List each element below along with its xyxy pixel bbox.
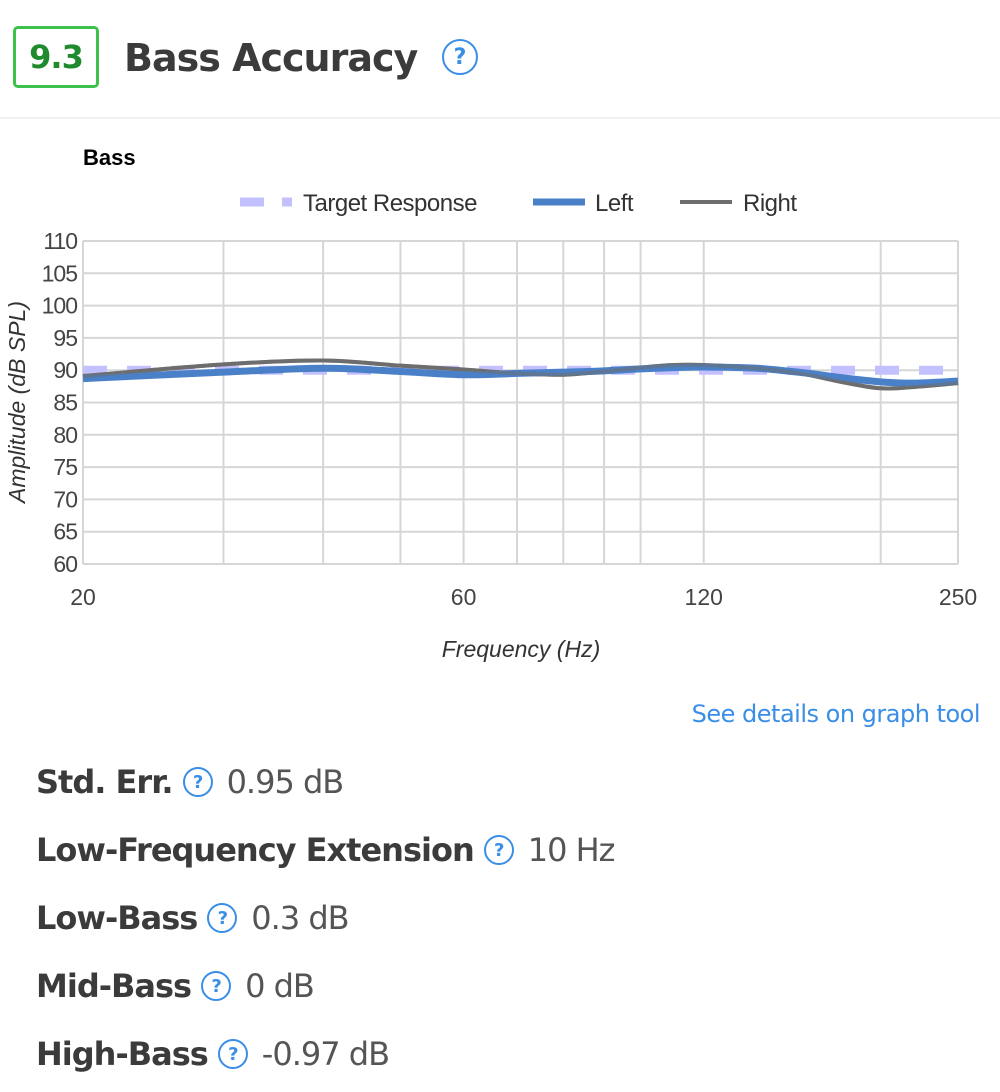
y-tick-label: 95 bbox=[53, 325, 77, 351]
metric-value: -0.97 dB bbox=[261, 1035, 390, 1073]
metric-mid-bass: Mid-Bass ? 0 dB bbox=[36, 952, 614, 1020]
metric-label: Std. Err. bbox=[36, 763, 174, 801]
x-axis-ticks: 20 60 120 250 bbox=[70, 584, 977, 610]
metrics-list: Std. Err. ? 0.95 dB Low-Frequency Extens… bbox=[36, 748, 616, 1088]
y-axis-label: Amplitude (dB SPL) bbox=[4, 301, 30, 505]
y-tick-label: 65 bbox=[53, 519, 77, 545]
help-icon[interactable]: ? bbox=[182, 767, 213, 797]
bass-chart: Bass Target Response Left Right 110 105 100 9… bbox=[4, 145, 977, 662]
metric-value: 0 dB bbox=[245, 967, 315, 1005]
y-tick-label: 90 bbox=[53, 357, 77, 383]
y-tick-label: 60 bbox=[53, 551, 77, 577]
x-axis-label: Frequency (Hz) bbox=[442, 636, 600, 662]
y-tick-label: 75 bbox=[53, 454, 77, 480]
y-tick-label: 110 bbox=[43, 228, 77, 254]
chart-legend: Target Response Left Right bbox=[240, 190, 798, 217]
legend-label: Right bbox=[743, 190, 797, 217]
chart-grid bbox=[82, 240, 959, 565]
metric-value: 10 Hz bbox=[527, 831, 616, 869]
metric-label: Mid-Bass bbox=[36, 967, 192, 1005]
help-icon[interactable]: ? bbox=[207, 903, 238, 933]
x-tick-label: 250 bbox=[939, 584, 977, 610]
metric-value: 0.95 dB bbox=[226, 763, 345, 801]
help-icon[interactable]: ? bbox=[201, 971, 232, 1001]
chart-title: Bass bbox=[83, 145, 136, 170]
y-tick-label: 85 bbox=[53, 390, 77, 416]
metric-label: High-Bass bbox=[36, 1035, 209, 1073]
metric-label: Low-Bass bbox=[36, 899, 198, 937]
y-tick-label: 80 bbox=[53, 422, 77, 448]
x-tick-label: 20 bbox=[70, 584, 96, 610]
help-icon[interactable]: ? bbox=[483, 835, 514, 865]
y-tick-label: 105 bbox=[42, 260, 78, 286]
help-icon[interactable]: ? bbox=[217, 1039, 248, 1069]
legend-label: Target Response bbox=[303, 190, 477, 217]
metric-label: Low-Frequency Extension bbox=[36, 831, 475, 869]
y-axis-ticks: 110 105 100 95 90 85 80 75 70 65 60 bbox=[42, 228, 79, 577]
x-tick-label: 120 bbox=[685, 584, 723, 610]
y-tick-label: 70 bbox=[53, 486, 77, 512]
x-tick-label: 60 bbox=[451, 584, 477, 610]
metric-low-frequency-extension: Low-Frequency Extension ? 10 Hz bbox=[36, 816, 616, 884]
metric-std-err: Std. Err. ? 0.95 dB bbox=[36, 748, 614, 816]
metric-value: 0.3 dB bbox=[251, 899, 349, 937]
metric-high-bass: High-Bass ? -0.97 dB bbox=[36, 1020, 614, 1088]
y-tick-label: 100 bbox=[42, 293, 78, 319]
legend-label: Left bbox=[595, 190, 634, 217]
metric-low-bass: Low-Bass ? 0.3 dB bbox=[36, 884, 614, 952]
graph-tool-link[interactable]: See details on graph tool bbox=[692, 700, 981, 728]
chart-series bbox=[82, 358, 959, 391]
